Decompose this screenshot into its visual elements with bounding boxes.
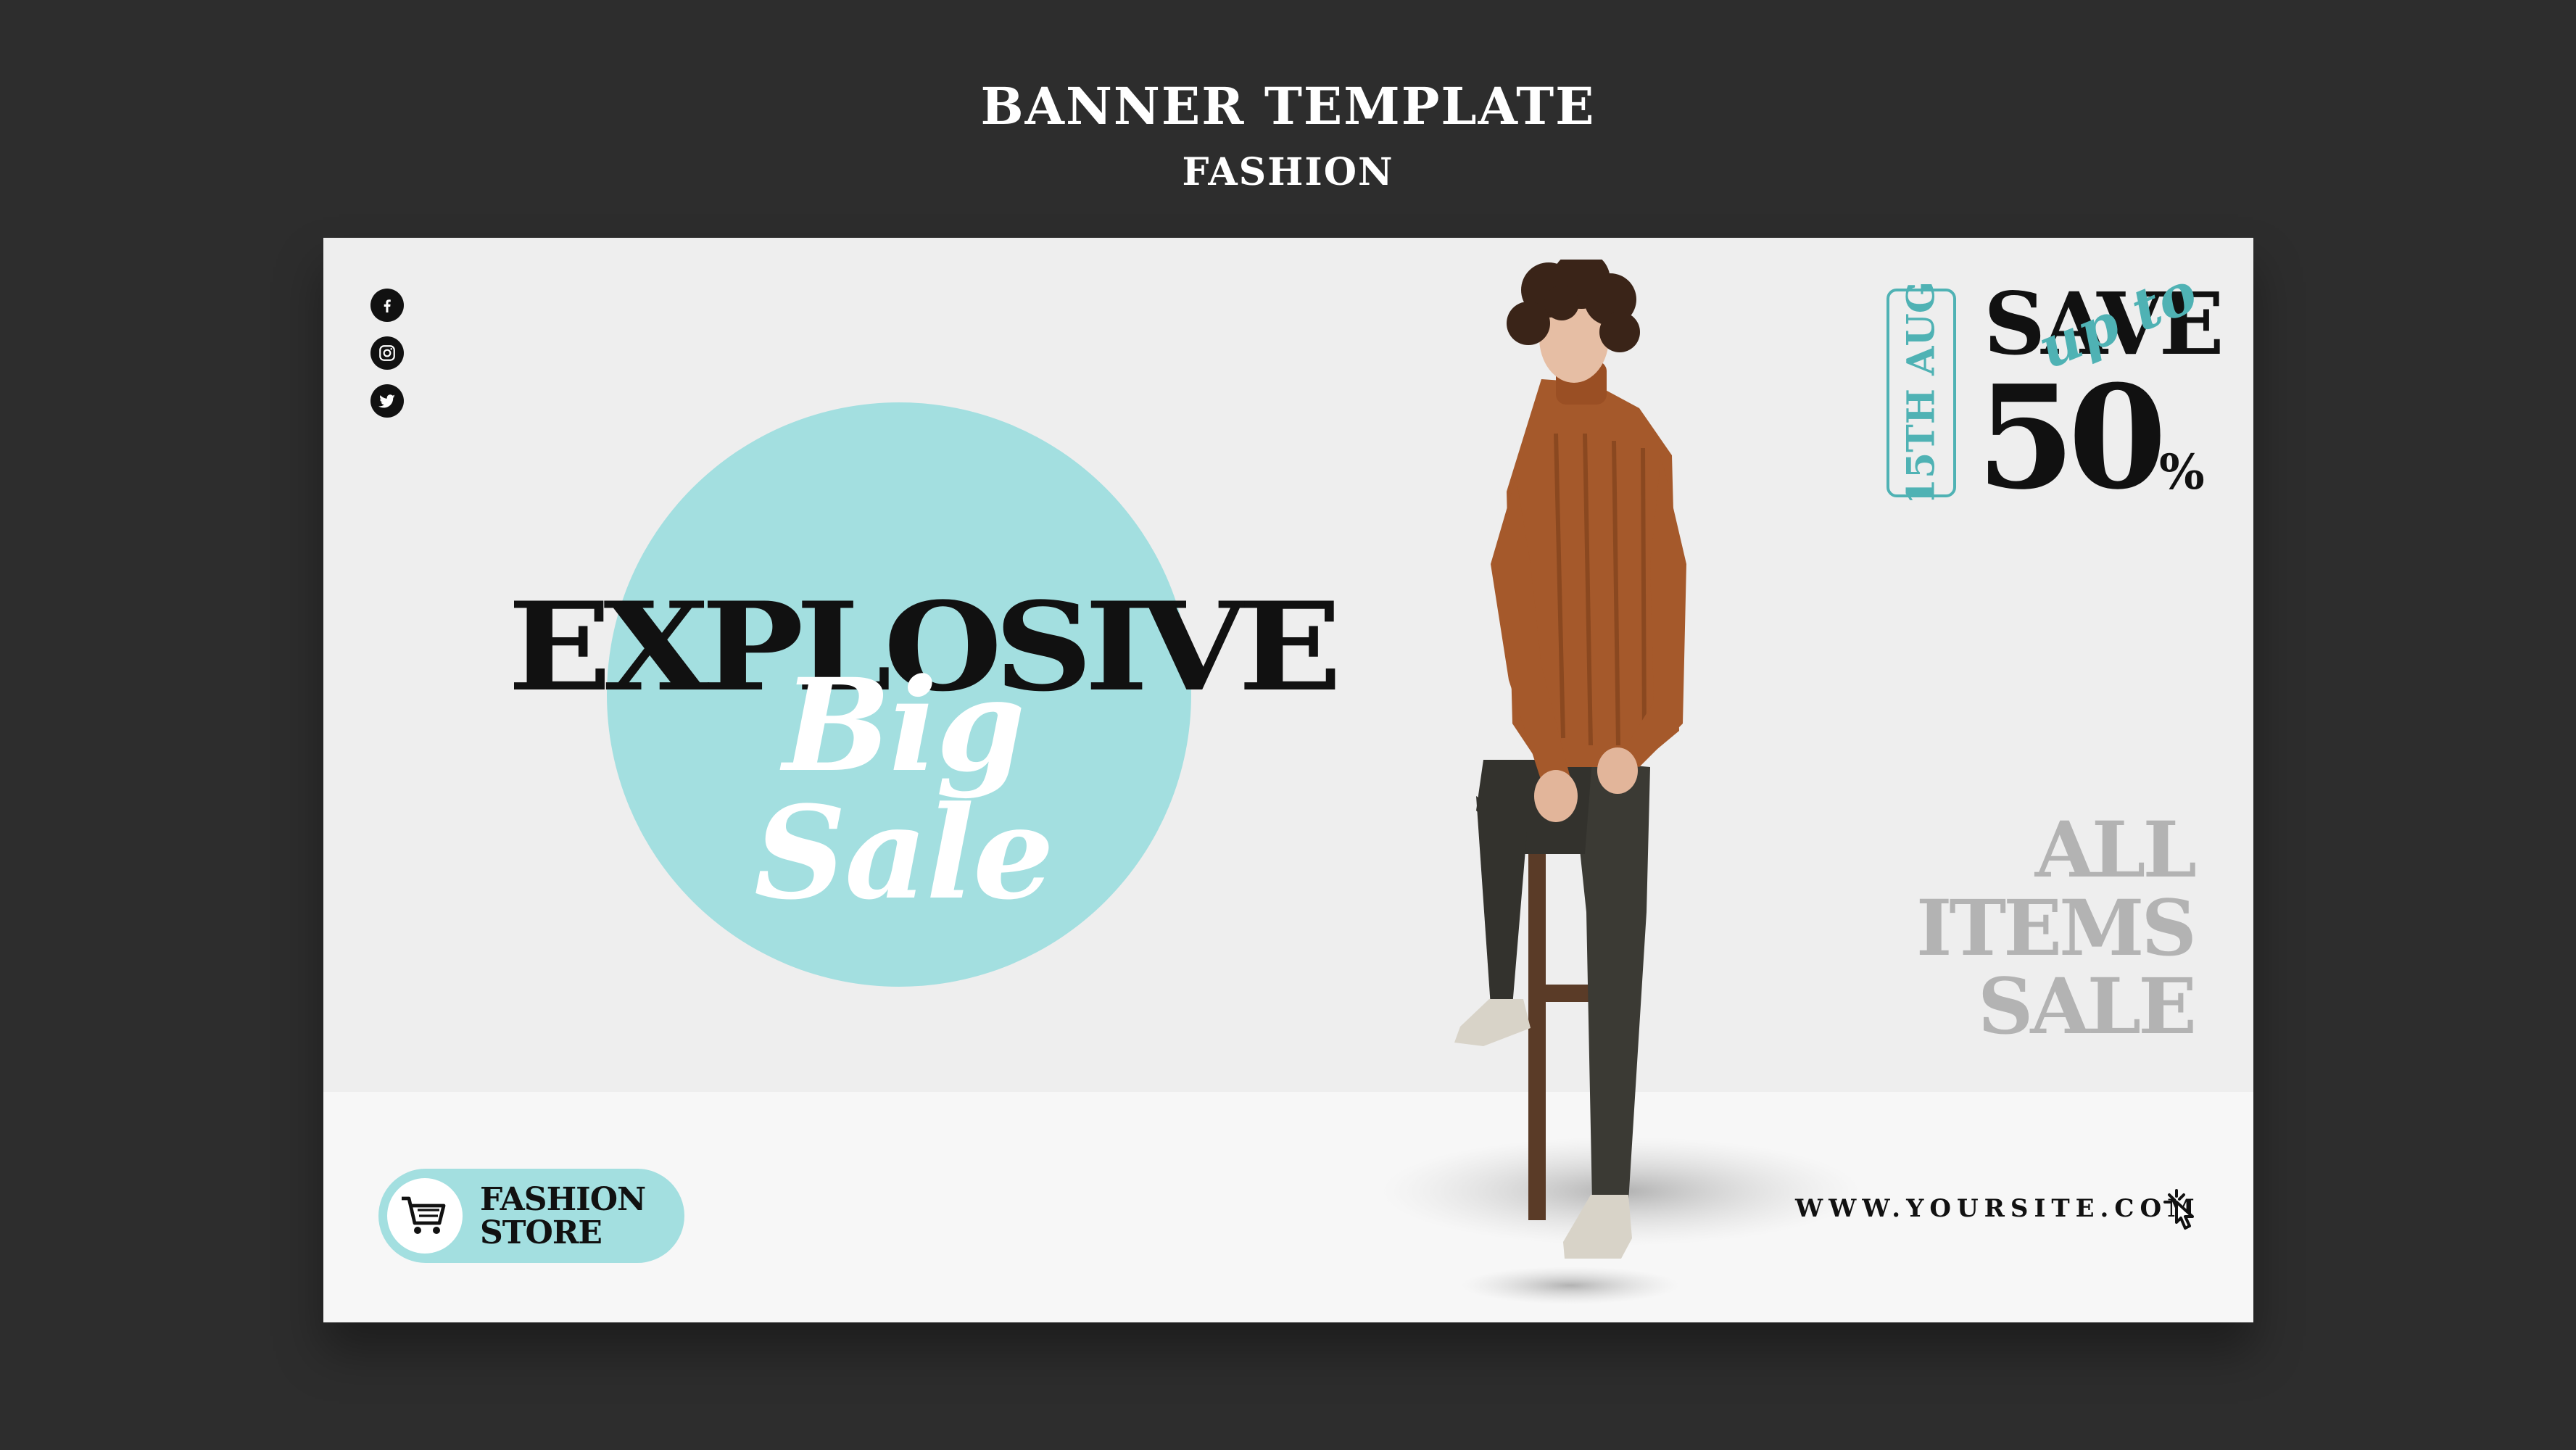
fashion-store-button[interactable]: FASHION STORE: [378, 1169, 684, 1263]
shopping-cart-icon: [402, 1196, 446, 1234]
website-link[interactable]: WWW.YOURSITE.COM: [1795, 1196, 2200, 1221]
store-label-line2: STORE: [480, 1214, 602, 1251]
model-photo: [1382, 260, 1860, 1304]
page-subtitle: FASHION: [1182, 150, 1394, 194]
all-items-line: SALE: [1977, 961, 2197, 1051]
facebook-icon[interactable]: [370, 289, 404, 322]
instagram-icon[interactable]: [370, 336, 404, 370]
pointer-cursor-icon: [2163, 1189, 2194, 1230]
date-text: 15TH AUG: [1899, 281, 1944, 505]
all-items-sale: ALL ITEMS SALE: [1889, 804, 2197, 1051]
big-sale-script: Big Sale: [754, 650, 1054, 928]
page-heading: BANNER TEMPLATE FASHION: [0, 81, 2576, 191]
page-title: BANNER TEMPLATE: [980, 76, 1596, 136]
all-items-line: ALL: [2034, 804, 2197, 895]
twitter-icon[interactable]: [370, 384, 404, 418]
date-badge: 15TH AUG: [1887, 281, 1956, 505]
store-label: FASHION STORE: [480, 1181, 646, 1251]
all-items-line: ITEMS: [1916, 882, 2197, 973]
percent-sign: %: [2159, 444, 2205, 500]
cart-icon-circle: [387, 1178, 463, 1254]
discount-value: 50: [1976, 355, 2167, 521]
fashion-banner: EXPLOSIVE Big Sale 15TH AUG SAVE up to 5…: [323, 238, 2253, 1322]
store-label-line1: FASHION: [480, 1181, 646, 1218]
